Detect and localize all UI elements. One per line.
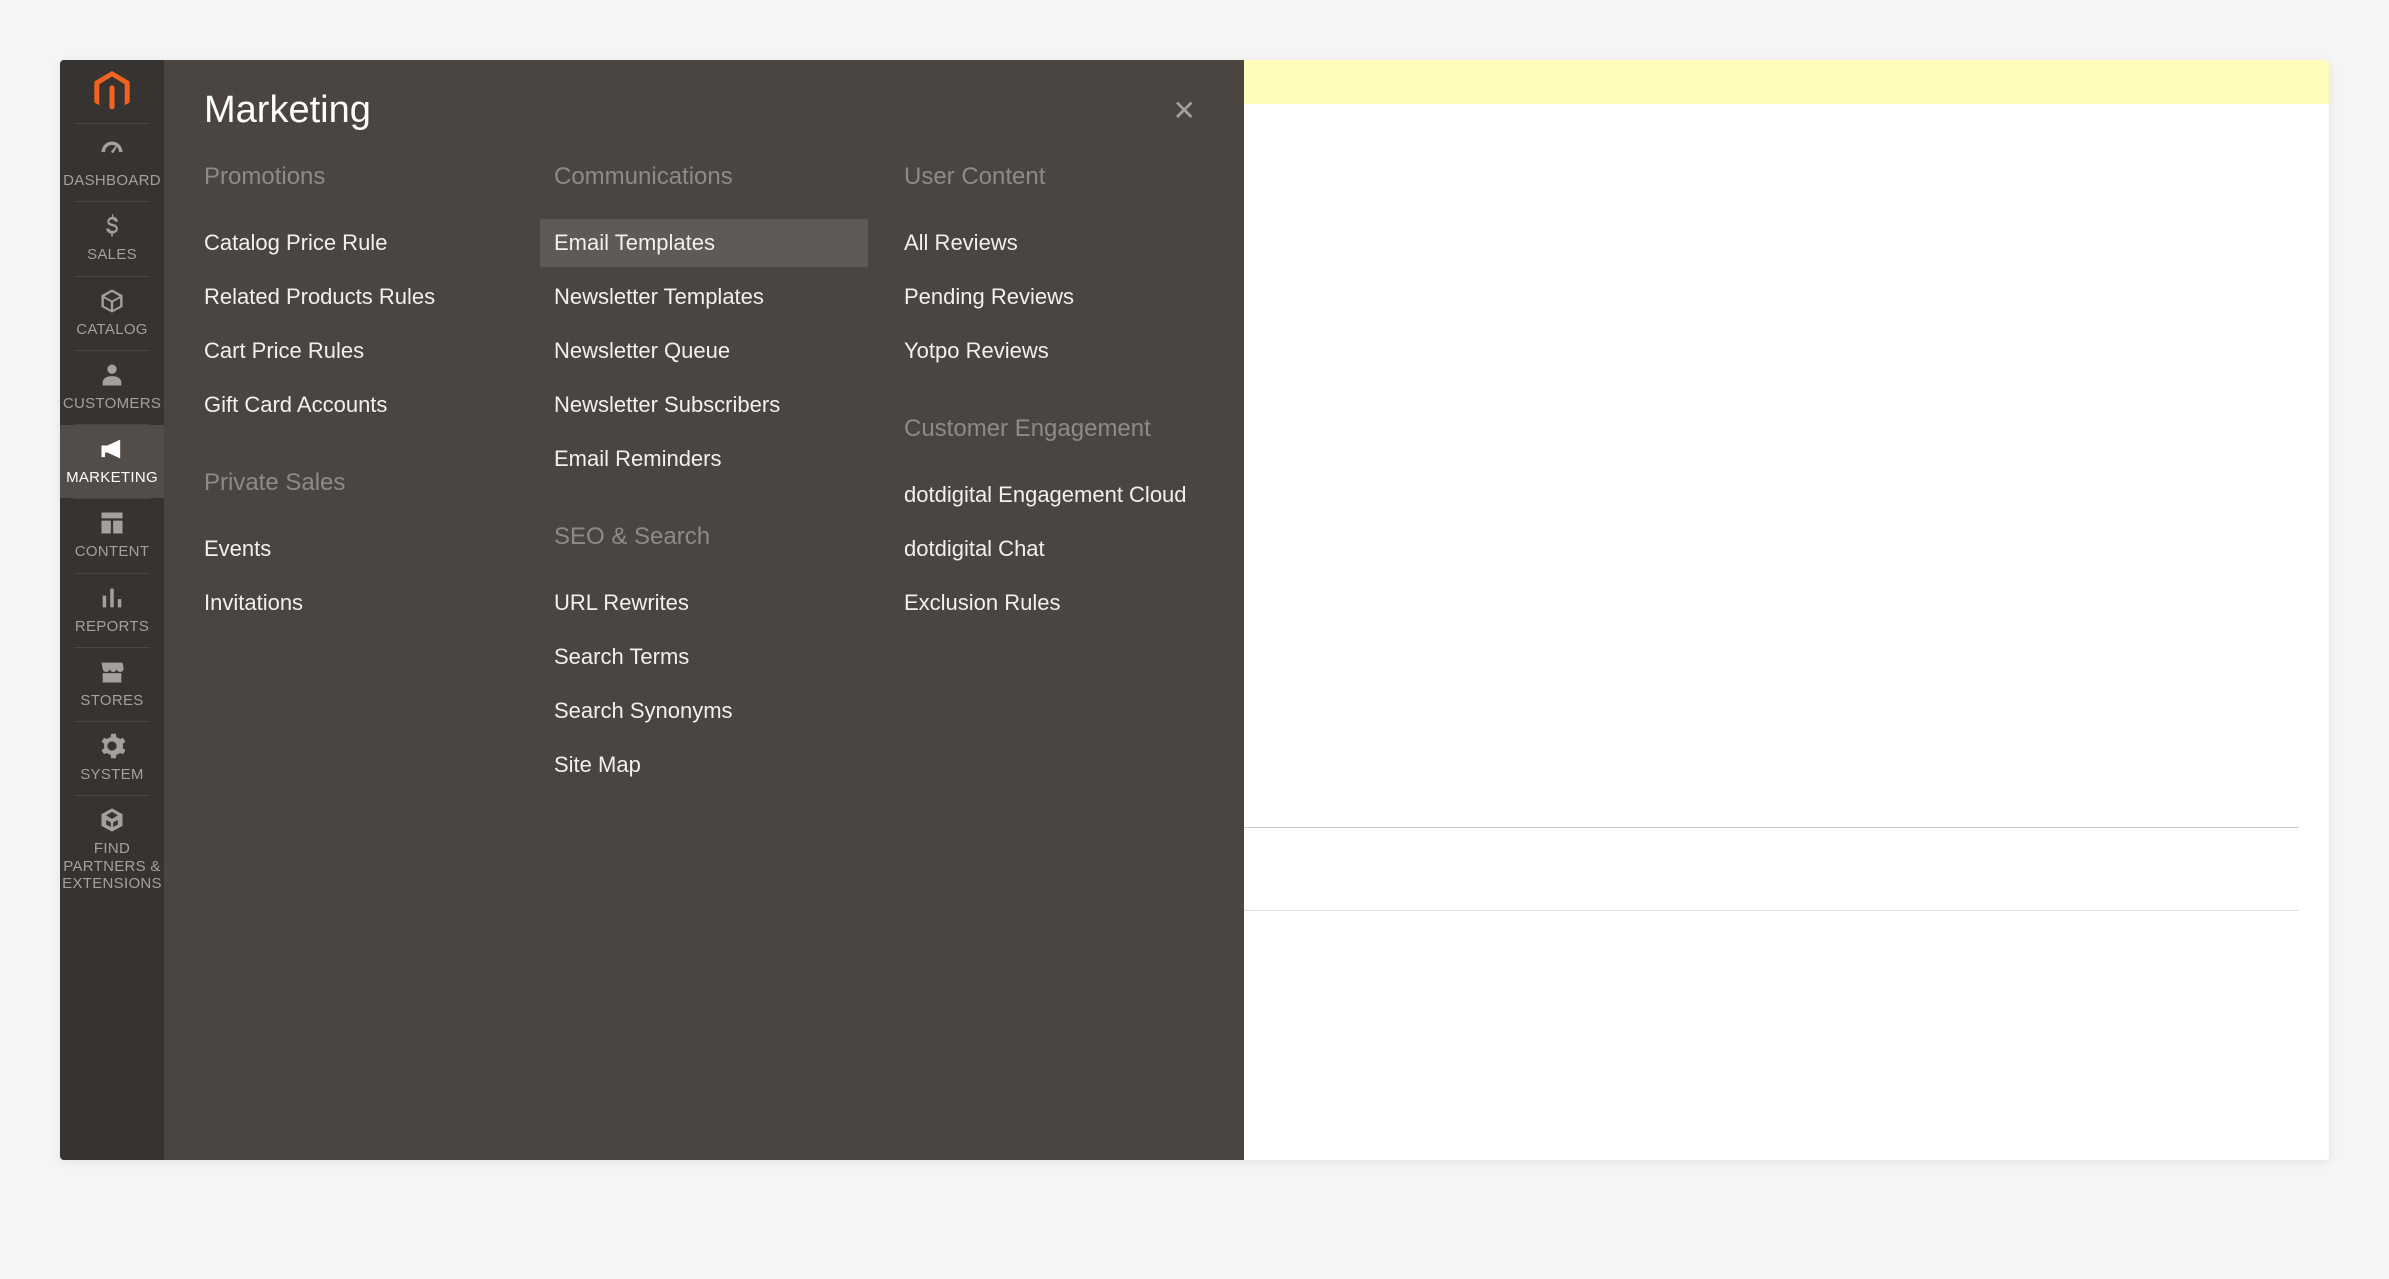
- flyout-link[interactable]: Email Templates: [540, 219, 868, 267]
- flyout-group: Private SalesEventsInvitations: [204, 469, 504, 627]
- bars-icon: [98, 584, 126, 612]
- flyout-group-title: User Content: [904, 163, 1204, 191]
- person-icon: [98, 361, 126, 389]
- nav-megaphone[interactable]: MARKETING: [60, 425, 164, 498]
- flyout-link[interactable]: Invitations: [190, 579, 518, 627]
- flyout-link[interactable]: URL Rewrites: [540, 579, 868, 627]
- nav-layout[interactable]: CONTENT: [60, 499, 164, 572]
- flyout-link[interactable]: Related Products Rules: [190, 273, 518, 321]
- flyout-link[interactable]: dotdigital Engagement Cloud: [890, 471, 1218, 519]
- dashboard-icon: [98, 138, 126, 166]
- megaphone-icon: [98, 435, 126, 463]
- nav-label: CATALOG: [76, 321, 148, 338]
- nav-label: CONTENT: [75, 543, 150, 560]
- nav-bars[interactable]: REPORTS: [60, 574, 164, 647]
- admin-window: DASHBOARD SALES CATALOG CUSTOMERS MARKETING C…: [60, 60, 2329, 1160]
- marketing-flyout: Marketing ✕ PromotionsCatalog Price Rule…: [164, 60, 1244, 1160]
- close-icon[interactable]: ✕: [1165, 86, 1204, 135]
- flyout-group: Customer Engagementdotdigital Engagement…: [904, 415, 1204, 627]
- nav-label: FIND PARTNERS & EXTENSIONS: [62, 840, 162, 892]
- flyout-group-title: Private Sales: [204, 469, 504, 497]
- flyout-title: Marketing: [204, 89, 371, 132]
- nav-label: REPORTS: [75, 618, 149, 635]
- flyout-column: User ContentAll ReviewsPending ReviewsYo…: [904, 163, 1204, 795]
- flyout-group: PromotionsCatalog Price RuleRelated Prod…: [204, 163, 504, 429]
- flyout-link[interactable]: Newsletter Subscribers: [540, 381, 868, 429]
- dollar-icon: [98, 212, 126, 240]
- nav-label: SYSTEM: [80, 766, 143, 783]
- flyout-link[interactable]: Newsletter Queue: [540, 327, 868, 375]
- flyout-group: User ContentAll ReviewsPending ReviewsYo…: [904, 163, 1204, 375]
- flyout-link[interactable]: Newsletter Templates: [540, 273, 868, 321]
- flyout-link[interactable]: Search Terms: [540, 633, 868, 681]
- nav-storefront[interactable]: STORES: [60, 648, 164, 721]
- flyout-group-title: Communications: [554, 163, 854, 191]
- flyout-link[interactable]: Search Synonyms: [540, 687, 868, 735]
- flyout-link[interactable]: All Reviews: [890, 219, 1218, 267]
- storefront-icon: [98, 658, 126, 686]
- nav-dollar[interactable]: SALES: [60, 202, 164, 275]
- nav-label: SALES: [87, 246, 137, 263]
- nav-label: CUSTOMERS: [63, 395, 161, 412]
- nav-label: STORES: [80, 692, 143, 709]
- flyout-group-title: Customer Engagement: [904, 415, 1204, 443]
- nav-dashboard[interactable]: DASHBOARD: [60, 128, 164, 201]
- nav-person[interactable]: CUSTOMERS: [60, 351, 164, 424]
- nav-label: MARKETING: [66, 469, 158, 486]
- flyout-link[interactable]: Gift Card Accounts: [190, 381, 518, 429]
- flyout-link[interactable]: Pending Reviews: [890, 273, 1218, 321]
- flyout-link[interactable]: dotdigital Chat: [890, 525, 1218, 573]
- layout-icon: [98, 509, 126, 537]
- admin-sidebar: DASHBOARD SALES CATALOG CUSTOMERS MARKETING C…: [60, 60, 164, 1160]
- flyout-column: CommunicationsEmail TemplatesNewsletter …: [554, 163, 854, 795]
- nav-cube[interactable]: CATALOG: [60, 277, 164, 350]
- magento-logo[interactable]: [74, 60, 150, 124]
- gear-icon: [98, 732, 126, 760]
- flyout-column: PromotionsCatalog Price RuleRelated Prod…: [204, 163, 504, 795]
- flyout-group: CommunicationsEmail TemplatesNewsletter …: [554, 163, 854, 483]
- partners-icon: [98, 806, 126, 834]
- flyout-link[interactable]: Cart Price Rules: [190, 327, 518, 375]
- nav-gear[interactable]: SYSTEM: [60, 722, 164, 795]
- flyout-group: SEO & SearchURL RewritesSearch TermsSear…: [554, 523, 854, 789]
- flyout-link[interactable]: Catalog Price Rule: [190, 219, 518, 267]
- cube-icon: [98, 287, 126, 315]
- flyout-link[interactable]: Email Reminders: [540, 435, 868, 483]
- nav-partners[interactable]: FIND PARTNERS & EXTENSIONS: [60, 796, 164, 904]
- magento-logo-icon: [94, 71, 130, 113]
- flyout-group-title: Promotions: [204, 163, 504, 191]
- flyout-header: Marketing ✕: [204, 86, 1204, 135]
- nav-label: DASHBOARD: [63, 172, 161, 189]
- flyout-link[interactable]: Yotpo Reviews: [890, 327, 1218, 375]
- flyout-group-title: SEO & Search: [554, 523, 854, 551]
- flyout-link[interactable]: Exclusion Rules: [890, 579, 1218, 627]
- flyout-link[interactable]: Site Map: [540, 741, 868, 789]
- flyout-link[interactable]: Events: [190, 525, 518, 573]
